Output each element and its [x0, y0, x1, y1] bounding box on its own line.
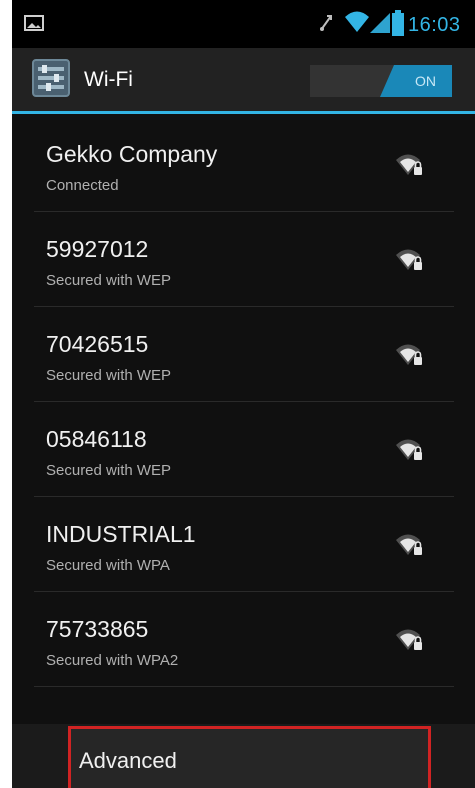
network-name: INDUSTRIAL1 — [46, 521, 196, 547]
toggle-on-thumb: ON — [380, 65, 452, 97]
settings-app-icon[interactable] — [32, 59, 70, 102]
network-name: 59927012 — [46, 236, 149, 262]
network-item[interactable]: 59927012 Secured with WEP — [34, 212, 454, 307]
network-item[interactable]: 75733865 Secured with WPA2 — [34, 592, 454, 687]
wifi-lock-signal-icon — [395, 343, 423, 372]
network-status: Secured with WEP — [46, 462, 172, 479]
wifi-toggle[interactable]: ON — [310, 65, 452, 97]
wifi-lock-signal-icon — [395, 438, 423, 467]
advanced-label: Advanced — [79, 748, 177, 773]
network-status: Secured with WEP — [46, 272, 172, 289]
action-bar: Wi-Fi ON — [12, 48, 475, 114]
network-status: Connected — [46, 177, 119, 194]
network-item[interactable]: INDUSTRIAL1 Secured with WPA — [34, 497, 454, 592]
status-bar: 16:03 — [12, 0, 475, 48]
toggle-label: ON — [415, 73, 436, 89]
network-item[interactable]: 05846118 Secured with WEP — [34, 402, 454, 497]
advanced-menu-item[interactable]: Advanced — [68, 726, 431, 788]
status-clock: 16:03 — [408, 14, 461, 36]
network-name: 70426515 — [46, 331, 149, 357]
battery-icon — [392, 10, 404, 41]
cell-signal-icon — [370, 13, 390, 38]
network-item[interactable]: 70426515 Secured with WEP — [34, 307, 454, 402]
wifi-signal-icon — [344, 10, 370, 39]
wifi-lock-signal-icon — [395, 628, 423, 657]
network-item[interactable]: Gekko Company Connected — [34, 117, 454, 212]
page-title: Wi-Fi — [84, 68, 133, 91]
network-name: 75733865 — [46, 616, 149, 642]
network-name: 05846118 — [46, 426, 147, 452]
wifi-lock-signal-icon — [395, 248, 423, 277]
network-status: Secured with WPA — [46, 557, 170, 574]
network-status: Secured with WEP — [46, 367, 172, 384]
wifi-lock-signal-icon — [395, 153, 423, 182]
network-name: Gekko Company — [46, 141, 218, 167]
network-status: Secured with WPA2 — [46, 652, 179, 669]
rotation-icon — [317, 12, 337, 39]
phone-screen: 16:03 Wi-Fi ON Gekko Company Connected 599… — [12, 0, 475, 788]
image-notification-icon — [24, 15, 44, 36]
wifi-lock-signal-icon — [395, 533, 423, 562]
